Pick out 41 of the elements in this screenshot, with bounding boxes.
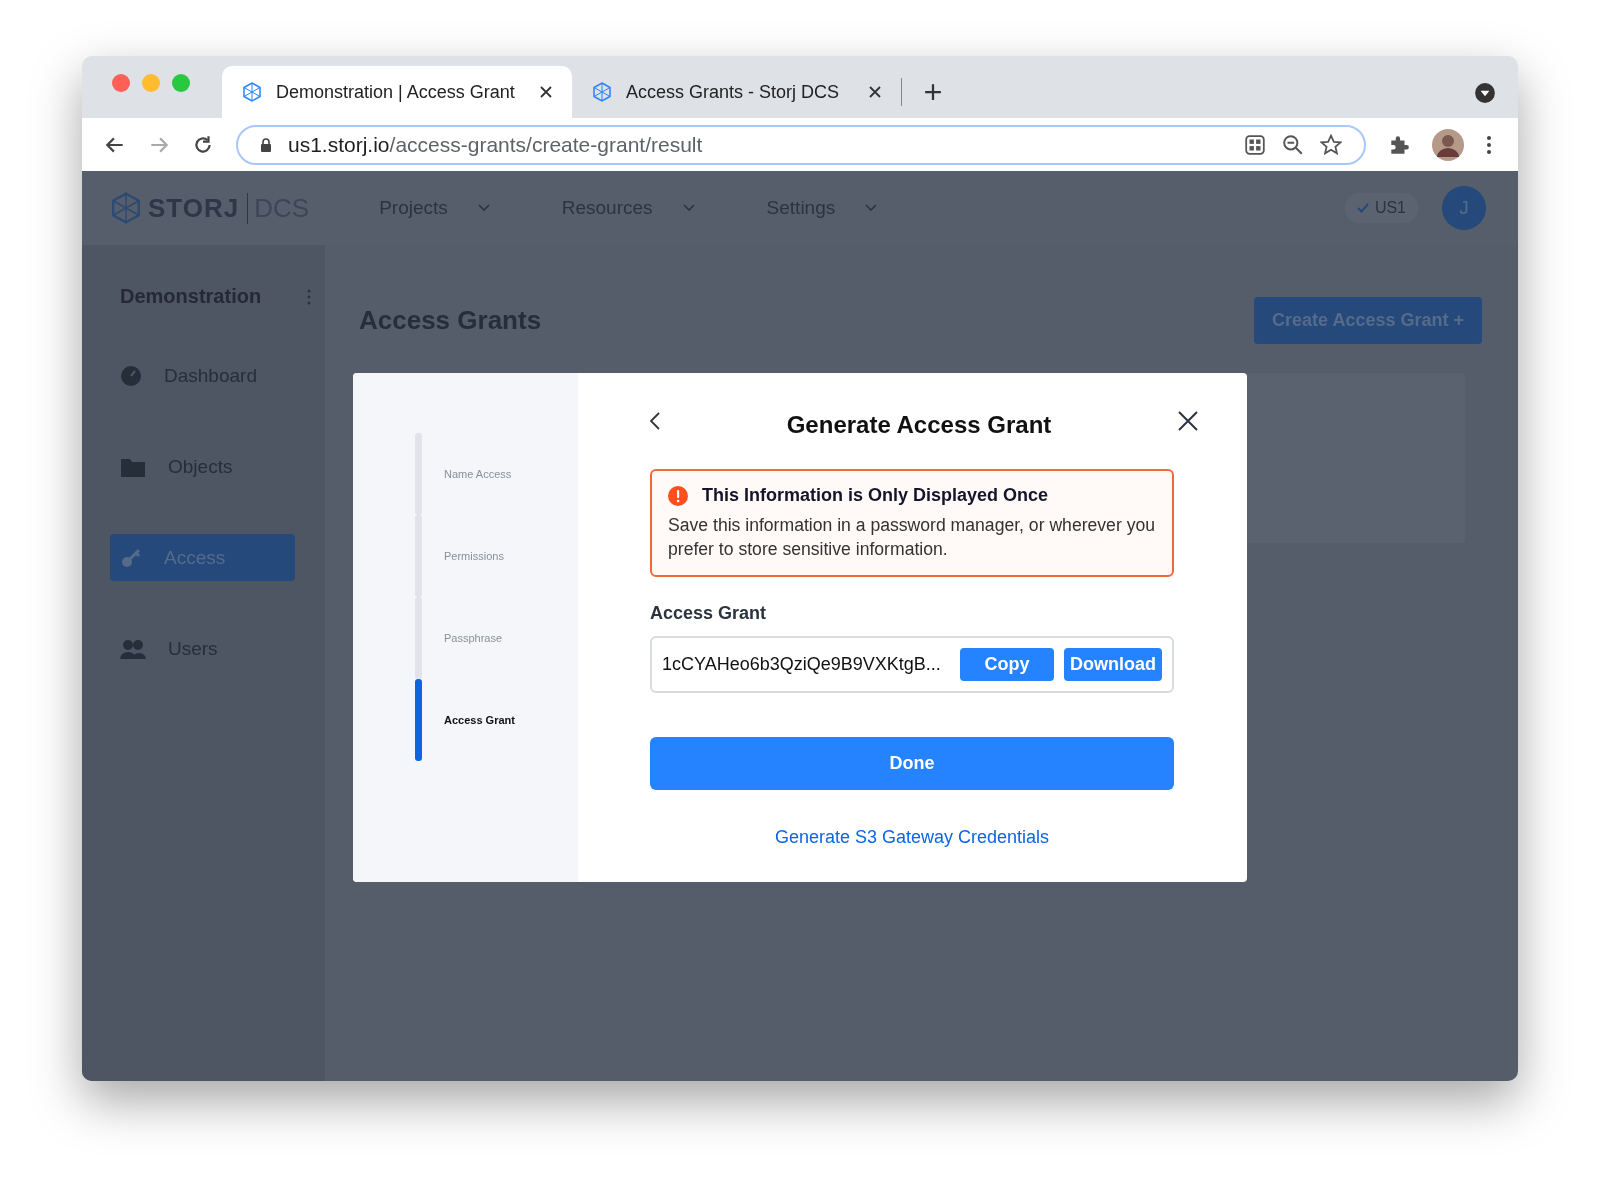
tab-menu-icon[interactable] <box>1474 82 1496 104</box>
close-icon[interactable] <box>869 86 881 98</box>
back-icon[interactable] <box>650 412 660 430</box>
alert-icon <box>668 485 688 506</box>
browser-tab[interactable]: Demonstration | Access Grant <box>222 66 572 118</box>
step-label: Permissions <box>444 550 504 564</box>
gauge-icon <box>120 364 142 387</box>
caret-icon <box>865 204 878 212</box>
done-button[interactable]: Done <box>650 737 1174 790</box>
address-bar[interactable]: us1.storj.io/access-grants/create-grant/result <box>236 124 1366 165</box>
close-icon[interactable] <box>540 86 552 98</box>
lock-icon <box>260 137 272 152</box>
download-button[interactable]: Download <box>1064 648 1162 681</box>
caret-icon <box>682 204 695 212</box>
credentials-link[interactable]: Generate S3 Gateway Credentials <box>774 827 1050 848</box>
access-grant-field[interactable]: 1cCYAHeo6b3QziQe9B9VXKtgB... <box>662 654 950 675</box>
step-label: Access Grant <box>444 714 515 728</box>
profile-avatar[interactable] <box>1432 128 1464 161</box>
check-icon <box>1356 203 1369 213</box>
field-label: Access Grant <box>650 603 768 624</box>
reload-icon[interactable] <box>192 133 214 156</box>
close-icon[interactable] <box>1178 411 1198 431</box>
copy-button[interactable]: Copy <box>960 648 1054 681</box>
users-icon <box>120 637 146 660</box>
key-icon <box>120 546 142 569</box>
star-icon[interactable] <box>1320 133 1342 156</box>
warning-title: This Information is Only Displayed Once <box>702 485 1049 506</box>
puzzle-icon[interactable] <box>1388 133 1410 156</box>
logo-icon <box>242 82 262 102</box>
browser-tab[interactable]: Access Grants - Storj DCS <box>572 78 902 106</box>
grid-icon[interactable] <box>1244 133 1266 156</box>
logo-icon <box>110 192 142 224</box>
step-label: Name Access <box>444 468 512 482</box>
zoom-icon[interactable] <box>1282 133 1304 156</box>
menu-icon[interactable] <box>1486 134 1492 155</box>
step-label: Passphrase <box>444 632 503 646</box>
logo-icon <box>592 82 612 102</box>
modal-title: Generate Access Grant <box>786 411 1052 439</box>
warning-text: Save this information in a password manager, or wherever you prefer to store sensitive information. <box>668 514 1156 561</box>
new-tab-icon[interactable] <box>924 83 942 101</box>
caret-icon <box>477 204 490 212</box>
